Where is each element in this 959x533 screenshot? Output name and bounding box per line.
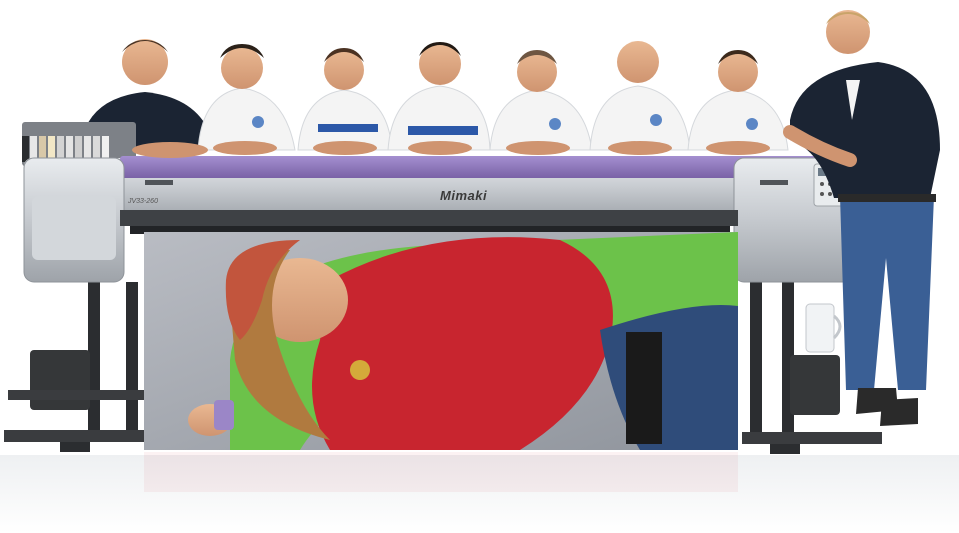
person-5 bbox=[489, 50, 593, 151]
printer-team-photo: Mimaki JV33-260 bbox=[0, 10, 959, 533]
model-label: JV33-260 bbox=[127, 198, 158, 205]
printer-stand-left bbox=[4, 282, 154, 452]
person-4 bbox=[387, 42, 491, 151]
person-2 bbox=[197, 44, 296, 151]
photo-stage: Mimaki JV33-260 bbox=[0, 0, 959, 533]
person-6 bbox=[589, 41, 691, 151]
mug-icon bbox=[805, 303, 842, 353]
team-members bbox=[80, 39, 789, 151]
brand-label: Mimaki bbox=[440, 188, 487, 203]
person-3 bbox=[297, 48, 393, 151]
printed-banner bbox=[144, 232, 738, 450]
person-7 bbox=[687, 50, 789, 151]
